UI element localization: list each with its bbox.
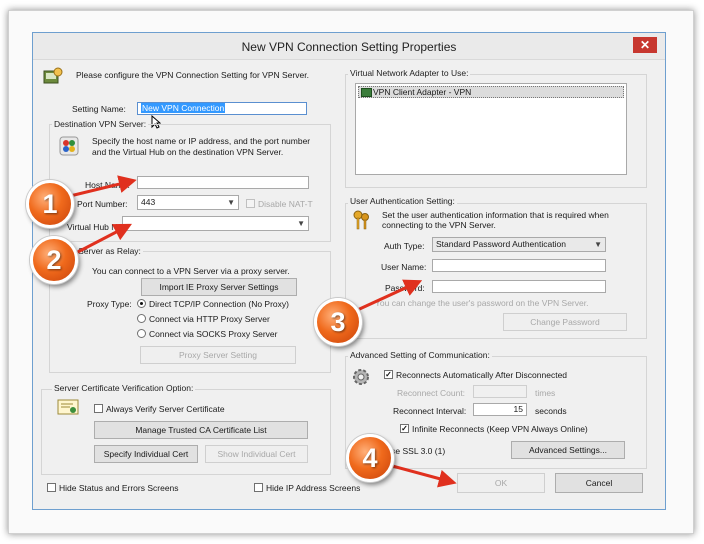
infinite-reconnect-label: Infinite Reconnects (Keep VPN Always Onl… (412, 424, 588, 434)
use-ssl3-label: Use SSL 3.0 (1) (385, 446, 446, 456)
host-name-label: Host Name: (85, 180, 130, 190)
auth-type-value: Standard Password Authentication (436, 239, 566, 249)
step-badge-2: 2 (30, 236, 78, 284)
infinite-reconnect-checkbox[interactable]: ✓ (400, 424, 409, 433)
chevron-down-icon: ▼ (594, 240, 602, 249)
title-bar: New VPN Connection Setting Properties ✕ (33, 33, 665, 60)
disable-nat-t-checkbox[interactable] (246, 199, 255, 208)
proxy-direct-radio[interactable] (137, 299, 146, 308)
advanced-settings-button[interactable]: Advanced Settings... (511, 441, 625, 459)
step-badge-1: 1 (26, 180, 74, 228)
adapter-list-item-label: VPN Client Adapter - VPN (373, 87, 472, 97)
specify-individual-cert-button[interactable]: Specify Individual Cert (94, 445, 198, 463)
port-number-select[interactable]: 443 ▼ (137, 195, 239, 210)
auth-desc-1: Set the user authentication information … (382, 210, 609, 220)
host-name-input[interactable] (137, 176, 309, 189)
close-button[interactable]: ✕ (633, 37, 657, 53)
auth-type-select[interactable]: Standard Password Authentication ▼ (432, 237, 606, 252)
destination-desc-2: and the Virtual Hub on the destination V… (92, 147, 284, 157)
dialog-window: New VPN Connection Setting Properties ✕ … (32, 32, 666, 510)
proxy-http-label: Connect via HTTP Proxy Server (149, 314, 270, 324)
adapter-list-item[interactable]: VPN Client Adapter - VPN (358, 86, 624, 98)
auth-desc-2: connecting to the VPN Server. (382, 220, 496, 230)
reconnect-interval-unit: seconds (535, 406, 567, 416)
proxy-server-setting-button[interactable]: Proxy Server Setting (140, 346, 296, 364)
adapter-list[interactable]: VPN Client Adapter - VPN (355, 83, 627, 175)
advanced-legend: Advanced Setting of Communication: (348, 350, 492, 360)
hub-name-select[interactable]: ▼ (122, 216, 309, 231)
show-individual-cert-button[interactable]: Show Individual Cert (205, 445, 308, 463)
disable-nat-t-label: Disable NAT-T (258, 199, 313, 209)
cert-legend: Server Certificate Verification Option: (52, 383, 196, 393)
step-badge-3: 3 (314, 298, 362, 346)
change-password-button[interactable]: Change Password (503, 313, 627, 331)
user-name-input[interactable] (432, 259, 606, 272)
import-ie-proxy-button[interactable]: Import IE Proxy Server Settings (141, 278, 297, 296)
intro-text: Please configure the VPN Connection Sett… (76, 70, 309, 80)
proxy-socks-radio[interactable] (137, 329, 146, 338)
chevron-down-icon: ▼ (297, 219, 305, 228)
proxy-direct-label: Direct TCP/IP Connection (No Proxy) (149, 299, 289, 309)
proxy-desc: You can connect to a VPN Server via a pr… (92, 266, 290, 276)
proxy-socks-label: Connect via SOCKS Proxy Server (149, 329, 278, 339)
hide-status-checkbox[interactable] (47, 483, 56, 492)
always-verify-label: Always Verify Server Certificate (106, 404, 225, 414)
setting-name-label: Setting Name: (72, 104, 126, 114)
certificate-icon (57, 399, 79, 415)
reconnect-label: Reconnects Automatically After Disconnec… (396, 370, 568, 380)
window-title: New VPN Connection Setting Properties (241, 40, 457, 54)
auth-type-label: Auth Type: (384, 241, 425, 251)
port-number-value: 443 (141, 197, 156, 207)
network-adapter-icon (361, 88, 372, 97)
settings-icon (43, 67, 63, 85)
cancel-button[interactable]: Cancel (555, 473, 643, 493)
reconnect-checkbox[interactable]: ✓ (384, 370, 393, 379)
ok-button[interactable]: OK (457, 473, 545, 493)
proxy-type-label: Proxy Type: (87, 299, 132, 309)
step-badge-4: 4 (346, 434, 394, 482)
port-number-label: Port Number: (77, 199, 128, 209)
manage-ca-list-button[interactable]: Manage Trusted CA Certificate List (94, 421, 308, 439)
adapter-legend: Virtual Network Adapter to Use: (348, 68, 471, 78)
change-password-hint: You can change the user's password on th… (375, 298, 589, 308)
reconnect-count-unit: times (535, 388, 556, 398)
reconnect-interval-label: Reconnect Interval: (393, 406, 467, 416)
gear-icon (351, 367, 371, 387)
hide-ip-checkbox[interactable] (254, 483, 263, 492)
user-name-label: User Name: (381, 262, 427, 272)
reconnect-interval-input[interactable]: 15 (473, 403, 527, 416)
server-icon (59, 136, 79, 156)
destination-legend: Destination VPN Server: (52, 119, 149, 129)
auth-legend: User Authentication Setting: (348, 196, 457, 206)
hide-status-label: Hide Status and Errors Screens (59, 483, 179, 493)
password-input[interactable] (432, 280, 606, 293)
hide-ip-label: Hide IP Address Screens (266, 483, 361, 493)
chevron-down-icon: ▼ (227, 198, 235, 207)
destination-desc-1: Specify the host name or IP address, and… (92, 136, 311, 146)
password-label: Password: (385, 283, 425, 293)
setting-name-input[interactable]: New VPN Connection (137, 102, 307, 115)
reconnect-count-label: Reconnect Count: (397, 388, 466, 398)
proxy-http-radio[interactable] (137, 314, 146, 323)
keys-icon (351, 209, 371, 231)
reconnect-interval-value: 15 (513, 404, 523, 414)
reconnect-count-input[interactable] (473, 385, 527, 398)
always-verify-checkbox[interactable] (94, 404, 103, 413)
setting-name-value: New VPN Connection (141, 103, 226, 113)
